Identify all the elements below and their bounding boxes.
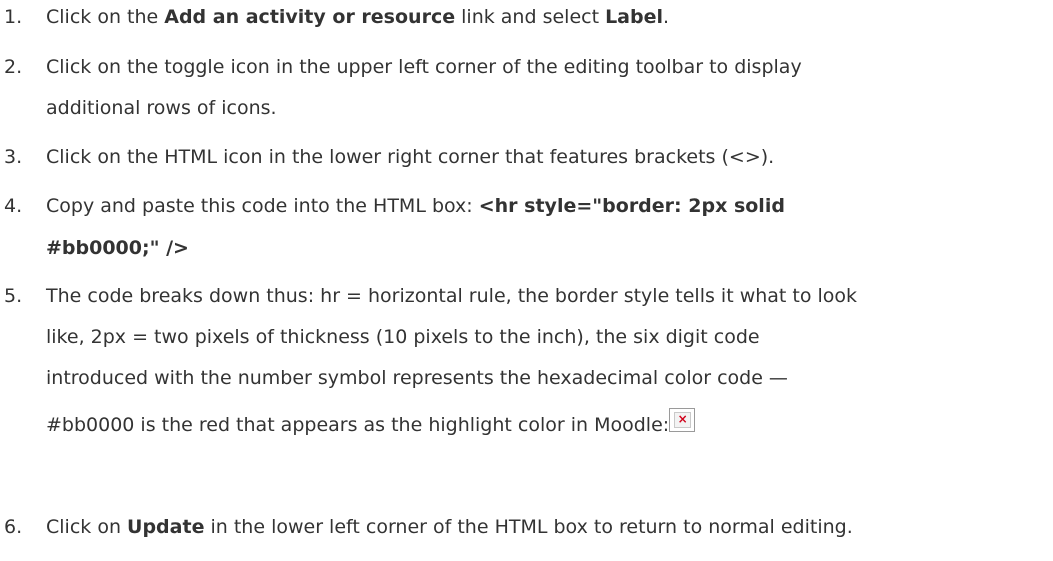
step-number: 3. xyxy=(4,146,23,168)
step-text-line: The code breaks down thus: hr = horizont… xyxy=(46,285,858,307)
step-text-line: additional rows of icons. xyxy=(46,97,277,119)
broken-image-icon: × xyxy=(669,408,696,432)
bold-text: Label xyxy=(605,6,664,28)
text-run: link and select xyxy=(455,6,606,28)
text-run: #bb0000 is the red that appears as the h… xyxy=(46,414,670,436)
instructions-page: { "steps": [ { "number": "1.", "line1": … xyxy=(0,0,1053,561)
step-text-line: Click on Update in the lower left corner… xyxy=(46,516,853,538)
step-text-line: #bb0000 is the red that appears as the h… xyxy=(46,408,696,436)
step-text-line: #bb0000;" /> xyxy=(46,237,189,259)
text-run: Copy and paste this code into the HTML b… xyxy=(46,195,479,217)
text-run: . xyxy=(663,6,670,28)
step-number: 4. xyxy=(4,195,23,217)
step-text-line: Click on the HTML icon in the lower righ… xyxy=(46,146,775,168)
step-text-line: like, 2px = two pixels of thickness (10 … xyxy=(46,326,760,348)
step-text-line: Copy and paste this code into the HTML b… xyxy=(46,195,785,217)
text-run: Click on the xyxy=(46,6,165,28)
step-number: 1. xyxy=(4,6,23,28)
step-number: 5. xyxy=(4,285,23,307)
step-number: 2. xyxy=(4,56,23,78)
code-snippet: <hr style="border: 2px solid xyxy=(478,195,785,217)
step-text-line: Click on the toggle icon in the upper le… xyxy=(46,56,802,78)
step-text-line: introduced with the number symbol repres… xyxy=(46,367,788,389)
text-run: in the lower left corner of the HTML box… xyxy=(204,516,853,538)
bold-text: Update xyxy=(127,516,205,538)
bold-text: Add an activity or resource xyxy=(164,6,456,28)
step-text: Click on the Add an activity or resource… xyxy=(46,6,669,28)
step-number: 6. xyxy=(4,516,23,538)
close-icon: × xyxy=(674,412,692,428)
code-snippet: #bb0000;" /> xyxy=(46,237,189,259)
text-run: Click on xyxy=(46,516,128,538)
